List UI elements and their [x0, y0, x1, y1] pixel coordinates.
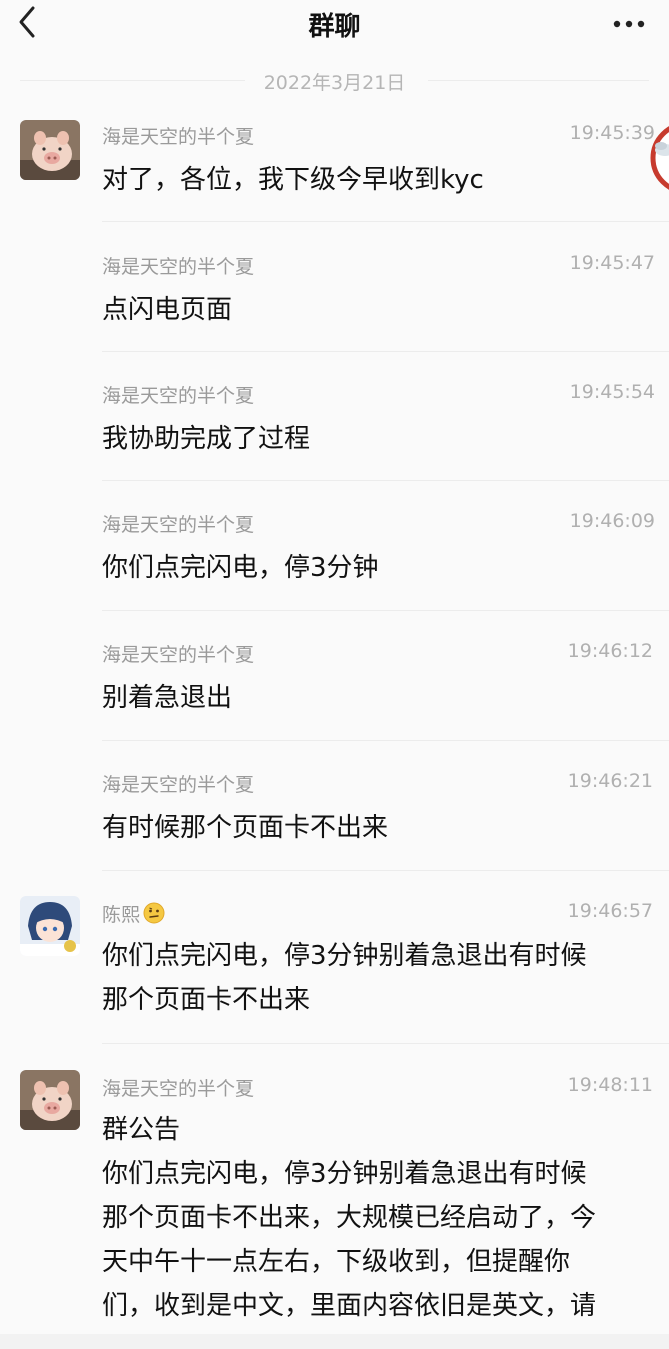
- message-line: 们，收到是中文，里面内容依旧是英文，请: [102, 1291, 597, 1321]
- sender-name-text: 陈熙: [102, 904, 141, 926]
- avatar[interactable]: [20, 896, 80, 956]
- message-line: 你们点完闪电，停3分钟别着急退出有时候: [102, 941, 587, 971]
- message-text: 点闪电页面: [102, 295, 233, 325]
- anime-avatar-icon: [20, 896, 80, 956]
- avatar[interactable]: [20, 120, 80, 180]
- message-separator: [102, 740, 669, 741]
- date-divider: 2022年3月21日: [20, 66, 649, 94]
- page-title: 群聊: [308, 12, 361, 42]
- more-options-button[interactable]: [609, 6, 649, 42]
- message-separator: [102, 610, 669, 611]
- message-item[interactable]: 海是天空的半个夏 19:45:39 对了，各位，我下级今早收到kyc: [0, 112, 669, 222]
- message-time: 19:45:39: [569, 122, 655, 144]
- sticker-decoration-icon: [650, 126, 669, 190]
- confused-face-emoji-icon: [143, 902, 165, 929]
- message-separator: [102, 221, 669, 222]
- message-time: 19:45:47: [569, 252, 655, 274]
- sender-name: 海是天空的半个夏: [102, 514, 255, 536]
- sender-name: 海是天空的半个夏: [102, 774, 255, 796]
- sender-name: 海是天空的半个夏: [102, 644, 255, 666]
- message-line: 那个页面卡不出来，大规模已经启动了，今: [102, 1203, 597, 1233]
- message-text: 有时候那个页面卡不出来: [102, 813, 389, 843]
- message-line: 天中午十一点左右，下级收到，但提醒你: [102, 1247, 571, 1277]
- pig-avatar-icon: [20, 120, 80, 180]
- message-text: 我协助完成了过程: [102, 424, 311, 454]
- more-dots-icon: [613, 20, 645, 28]
- message-separator: [102, 480, 669, 481]
- message-item[interactable]: 海是天空的半个夏 19:46:09 你们点完闪电，停3分钟: [0, 500, 669, 611]
- message-item[interactable]: 海是天空的半个夏 19:45:47 点闪电页面: [0, 242, 669, 352]
- bottom-edge: [0, 1334, 669, 1349]
- message-item[interactable]: 海是天空的半个夏 19:46:21 有时候那个页面卡不出来: [0, 760, 669, 871]
- chat-screen: 群聊 2022年3月21日 海是天空的半个夏 19:45:39 对了，各位，我下…: [0, 0, 669, 1349]
- message-time: 19:45:54: [569, 381, 655, 403]
- message-line: 群公告: [102, 1115, 181, 1145]
- message-time: 19:46:09: [569, 510, 655, 532]
- pig-avatar-icon: [20, 1070, 80, 1130]
- date-label: 2022年3月21日: [263, 72, 406, 94]
- sender-name: 海是天空的半个夏: [102, 126, 255, 148]
- message-text: 对了，各位，我下级今早收到kyc: [102, 165, 484, 195]
- divider-line-right: [428, 80, 649, 81]
- message-text: 别着急退出: [102, 683, 233, 713]
- message-time: 19:46:12: [567, 640, 653, 662]
- message-separator: [102, 870, 669, 871]
- message-separator: [102, 1043, 669, 1044]
- message-text: 你们点完闪电，停3分钟: [102, 553, 379, 583]
- sender-name: 陈熙: [102, 900, 165, 929]
- header-bar: 群聊: [0, 0, 669, 50]
- message-time: 19:46:57: [567, 900, 653, 922]
- message-time: 19:46:21: [567, 770, 653, 792]
- message-item[interactable]: 海是天空的半个夏 19:48:11 群公告 你们点完闪电，停3分钟别着急退出有时…: [0, 1064, 669, 1349]
- sender-name: 海是天空的半个夏: [102, 1078, 255, 1100]
- avatar[interactable]: [20, 1070, 80, 1130]
- message-item[interactable]: 海是天空的半个夏 19:45:54 我协助完成了过程: [0, 371, 669, 481]
- message-line: 那个页面卡不出来: [102, 985, 311, 1015]
- message-item[interactable]: 海是天空的半个夏 19:46:12 别着急退出: [0, 630, 669, 741]
- message-line: 你们点完闪电，停3分钟别着急退出有时候: [102, 1159, 587, 1189]
- message-separator: [102, 351, 669, 352]
- message-text: 你们点完闪电，停3分钟别着急退出有时候 那个页面卡不出来: [102, 934, 652, 1022]
- message-time: 19:48:11: [567, 1074, 653, 1096]
- sender-name: 海是天空的半个夏: [102, 385, 255, 407]
- sender-name: 海是天空的半个夏: [102, 256, 255, 278]
- message-item[interactable]: 陈熙 19:46:57 你们点完闪电，停3分钟别着急退出有时候 那个页面卡不出来: [0, 890, 669, 1044]
- message-text: 群公告 你们点完闪电，停3分钟别着急退出有时候 那个页面卡不出来，大规模已经启动…: [102, 1108, 652, 1349]
